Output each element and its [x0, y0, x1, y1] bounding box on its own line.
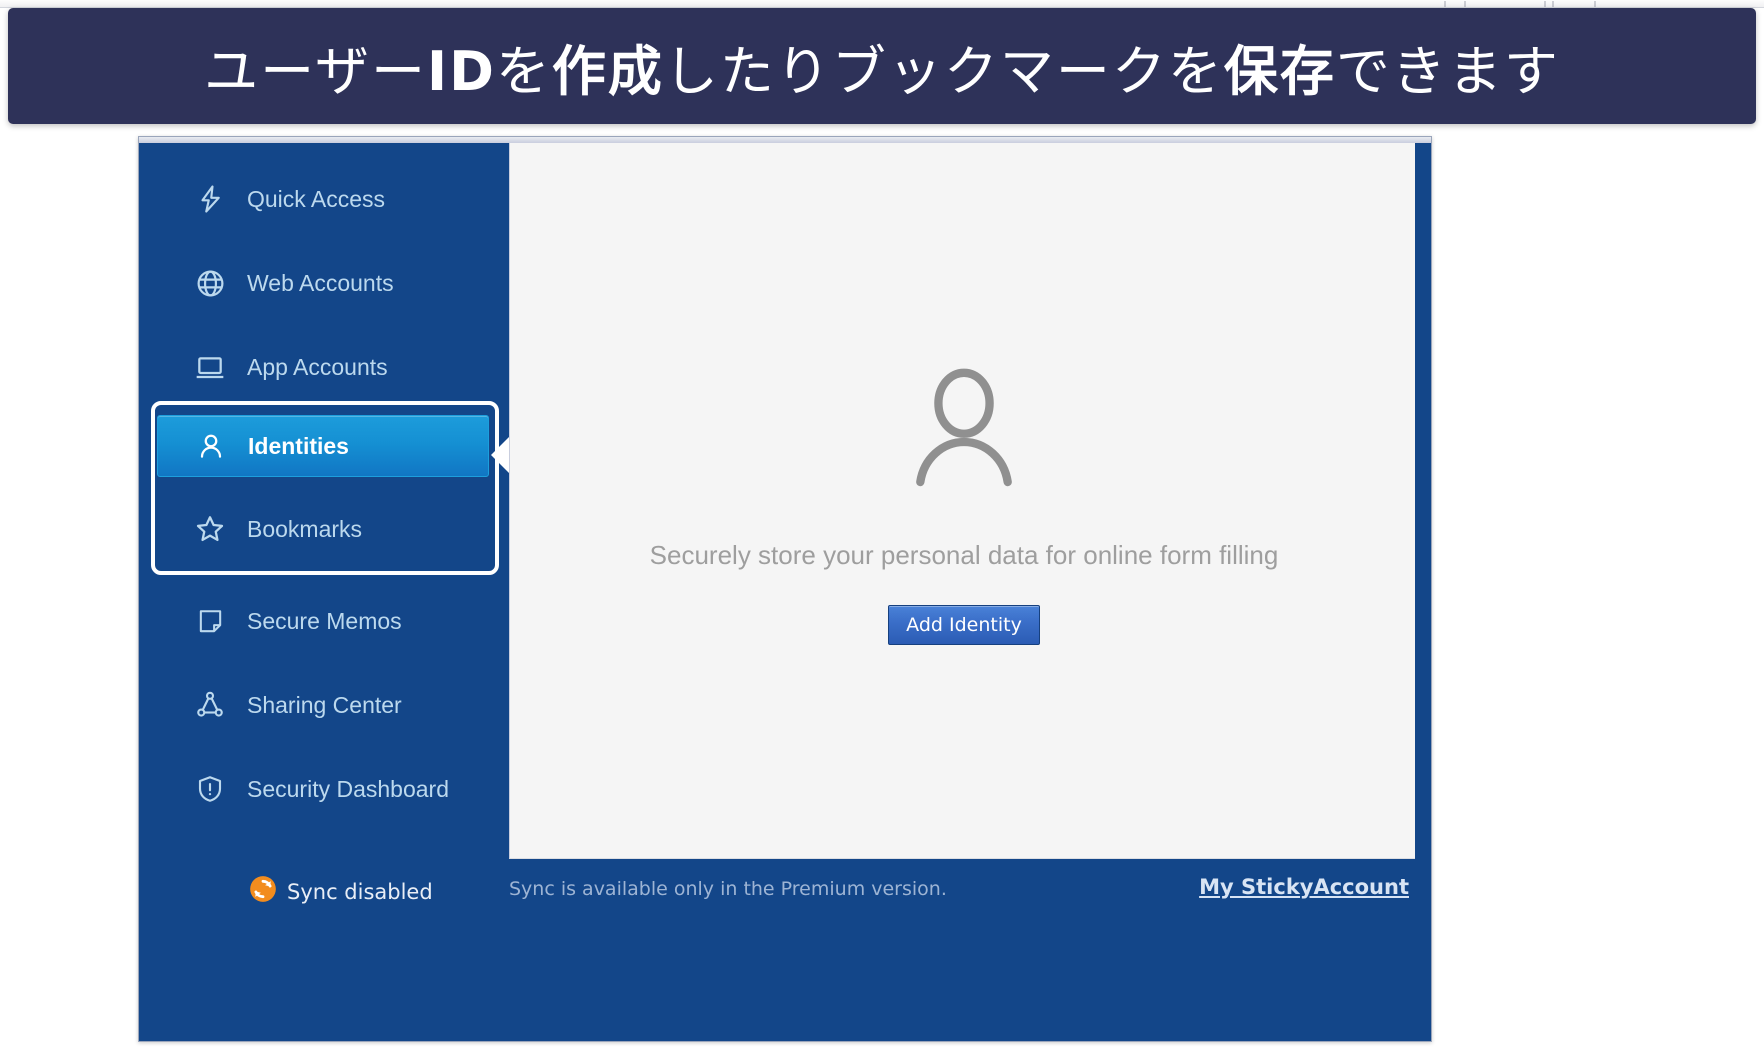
sidebar-item-label: App Accounts	[247, 353, 388, 380]
sidebar-item-label: Web Accounts	[247, 269, 394, 296]
sidebar-item-label: Quick Access	[247, 185, 386, 212]
sync-refresh-icon	[249, 875, 277, 908]
person-placeholder-icon	[895, 357, 1033, 504]
sidebar-item-bookmarks[interactable]: Bookmarks	[157, 501, 489, 557]
sidebar-item-label: Sharing Center	[247, 691, 402, 718]
empty-state-message: Securely store your personal data for on…	[649, 540, 1279, 570]
sync-status[interactable]: Sync disabled	[249, 875, 433, 908]
lightning-bolt-icon	[193, 182, 227, 216]
sidebar-item-security-dashboard[interactable]: Security Dashboard	[157, 761, 489, 817]
add-identity-button[interactable]: Add Identity	[888, 605, 1040, 645]
globe-icon	[193, 266, 227, 300]
laptop-icon	[193, 350, 227, 384]
my-sticky-account-link[interactable]: My StickyAccount	[1199, 875, 1409, 899]
window-footer: Sync disabled Sync is available only in …	[139, 859, 1431, 1041]
identities-empty-state: Securely store your personal data for on…	[510, 143, 1418, 859]
sidebar-item-label: Secure Memos	[247, 607, 402, 634]
main-content-panel: Securely store your personal data for on…	[509, 143, 1417, 859]
sidebar-item-sharing-center[interactable]: Sharing Center	[157, 677, 489, 733]
caption-banner: ユーザーIDを作成したりブックマークを保存できます	[8, 8, 1756, 124]
shield-alert-icon	[193, 772, 227, 806]
sync-status-label: Sync disabled	[287, 879, 433, 904]
browser-chrome-strip	[0, 0, 1764, 8]
sidebar-item-label: Identities	[248, 432, 349, 459]
note-icon	[193, 604, 227, 638]
sticky-password-window: Quick Access Web Accounts App Accounts I…	[138, 136, 1432, 1042]
sidebar-item-label: Security Dashboard	[247, 775, 449, 802]
sync-premium-note: Sync is available only in the Premium ve…	[509, 878, 947, 900]
caption-text: ユーザーIDを作成したりブックマークを保存できます	[204, 39, 1560, 103]
sidebar-item-quick-access[interactable]: Quick Access	[157, 171, 489, 227]
star-icon	[193, 512, 227, 546]
sidebar-item-identities[interactable]: Identities	[157, 415, 489, 477]
sidebar-item-secure-memos[interactable]: Secure Memos	[157, 593, 489, 649]
sidebar-item-app-accounts[interactable]: App Accounts	[157, 339, 489, 395]
sidebar-item-web-accounts[interactable]: Web Accounts	[157, 255, 489, 311]
share-nodes-icon	[193, 688, 227, 722]
window-controls-partial	[1434, 0, 1614, 8]
person-icon	[194, 429, 228, 463]
sidebar-item-label: Bookmarks	[247, 515, 363, 542]
